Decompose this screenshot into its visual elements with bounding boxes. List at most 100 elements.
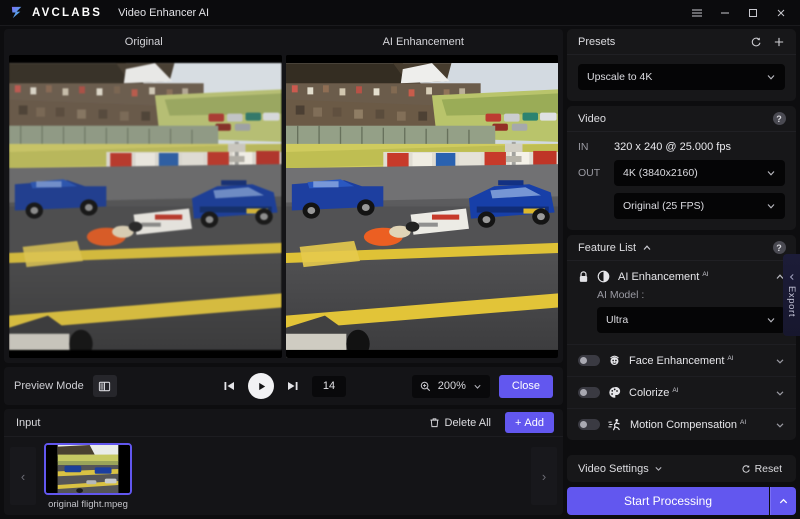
chevron-up-icon[interactable]: [642, 243, 652, 253]
zoom-in-icon: [420, 381, 430, 391]
zoom-control[interactable]: 200%: [411, 374, 490, 398]
toggle-knob: [580, 421, 587, 428]
preview-mode-label: Preview Mode: [14, 380, 84, 392]
output-framerate-select[interactable]: Original (25 FPS): [614, 193, 785, 219]
add-file-button[interactable]: + Add: [504, 412, 554, 433]
title-bar: AVCLABS Video Enhancer AI: [0, 0, 800, 26]
video-out-row: OUT 4K (3840x2160): [578, 160, 785, 186]
start-processing-row: Start Processing: [567, 487, 796, 515]
video-in-row: IN 320 x 240 @ 25.000 fps: [578, 141, 785, 153]
plus-icon: +: [514, 416, 522, 429]
skip-previous-icon[interactable]: [221, 378, 237, 394]
video-card: Video ? IN 320 x 240 @ 25.000 fps OUT 4K…: [567, 106, 796, 230]
presets-actions: [746, 33, 789, 51]
chevron-down-icon[interactable]: [775, 356, 785, 366]
thumbnail-image[interactable]: [44, 442, 132, 495]
list-item[interactable]: original flight.mpeg: [42, 442, 134, 510]
input-thumbnail-strip: ‹ original flight.mpeg ›: [4, 437, 563, 515]
preview-original[interactable]: [9, 55, 282, 358]
chevron-left-icon: [789, 274, 794, 280]
video-title: Video: [578, 112, 606, 125]
play-icon[interactable]: [248, 373, 274, 399]
thumbnail-list: original flight.mpeg: [42, 442, 525, 510]
feature-list-header[interactable]: Feature List ?: [567, 235, 796, 261]
feature-row-motion-compensation[interactable]: Motion Compensation AI: [567, 409, 796, 440]
feature-label: AI Enhancement: [618, 270, 700, 283]
close-preview-button[interactable]: Close: [498, 374, 553, 398]
input-panel-title: Input: [16, 416, 41, 429]
chevron-down-icon[interactable]: [775, 388, 785, 398]
plus-icon[interactable]: [769, 33, 789, 51]
palette-icon: [609, 387, 621, 398]
feature-list-title: Feature List: [578, 241, 637, 254]
toggle-knob: [580, 389, 587, 396]
export-side-tab[interactable]: Export: [783, 254, 800, 336]
window-controls: [684, 2, 794, 24]
presets-card: Presets Upscale to 4K: [567, 29, 796, 101]
presets-body: Upscale to 4K: [567, 55, 796, 101]
delete-all-button[interactable]: Delete All: [423, 414, 497, 432]
input-panel: Input Delete All + Add ‹ original flight…: [4, 409, 563, 515]
add-label: Add: [524, 416, 544, 429]
playback-control-bar: Preview Mode 14 200% Close: [4, 367, 563, 405]
motion-icon: [608, 419, 620, 431]
main-body: Original AI Enhancement Preview Mode 14 …: [0, 26, 800, 519]
help-button[interactable]: ?: [769, 110, 789, 128]
hamburger-icon[interactable]: [684, 2, 710, 24]
ai-model-select[interactable]: Ultra: [597, 307, 785, 333]
video-settings-title: Video Settings: [578, 462, 649, 475]
lock-icon[interactable]: [578, 270, 589, 283]
right-panel-spacer: [567, 445, 796, 450]
chevron-down-icon: [767, 318, 775, 323]
video-in-label: IN: [578, 141, 589, 153]
app-title: Video Enhancer AI: [118, 6, 210, 19]
export-label: Export: [786, 285, 797, 318]
video-out-label: OUT: [578, 167, 601, 179]
feature-row-face-enhancement[interactable]: Face Enhancement AI: [567, 344, 796, 377]
left-column: Original AI Enhancement Preview Mode 14 …: [0, 26, 567, 519]
split-view-icon[interactable]: [92, 375, 117, 397]
feature-name: AI Enhancement AI: [618, 271, 709, 283]
output-resolution-select[interactable]: 4K (3840x2160): [614, 160, 785, 186]
preset-selected-value: Upscale to 4K: [587, 71, 653, 83]
output-framerate-value: Original (25 FPS): [623, 200, 705, 212]
transport-controls: 14: [209, 373, 359, 399]
reset-button[interactable]: Reset: [736, 460, 787, 478]
help-icon: ?: [772, 241, 786, 254]
chevron-down-icon: [767, 204, 775, 209]
app-window: AVCLABS Video Enhancer AI Original AI En…: [0, 0, 800, 519]
chevron-right-icon[interactable]: ›: [531, 447, 557, 505]
start-processing-button[interactable]: Start Processing: [567, 487, 769, 515]
close-icon[interactable]: [768, 2, 794, 24]
chevron-down-icon[interactable]: [654, 464, 663, 473]
colorize-toggle[interactable]: [578, 387, 600, 398]
feature-row-colorize[interactable]: Colorize AI: [567, 377, 796, 409]
frame-number-input[interactable]: 14: [312, 375, 346, 397]
preset-select[interactable]: Upscale to 4K: [578, 64, 785, 90]
motion-compensation-toggle[interactable]: [578, 419, 600, 430]
refresh-icon[interactable]: [746, 33, 766, 51]
feature-list-card: Feature List ? AI Enhancement AI AI Mode…: [567, 235, 796, 440]
skip-next-icon[interactable]: [285, 378, 301, 394]
thumbnail-filename: original flight.mpeg: [48, 498, 128, 510]
refresh-icon: [742, 464, 750, 473]
reset-label: Reset: [754, 462, 782, 475]
minimize-icon[interactable]: [712, 2, 738, 24]
zoom-and-close-group: 200% Close: [411, 374, 553, 398]
video-settings-bar[interactable]: Video Settings Reset: [567, 455, 796, 482]
start-options-chevron[interactable]: [770, 487, 796, 515]
chevron-down-icon[interactable]: [775, 420, 785, 430]
feature-name: Motion Compensation AI: [630, 419, 746, 431]
face-enhancement-toggle[interactable]: [578, 355, 600, 366]
chevron-left-icon[interactable]: ‹: [10, 447, 36, 505]
preview-enhanced[interactable]: [285, 55, 558, 358]
output-resolution-value: 4K (3840x2160): [623, 167, 698, 179]
feature-row-ai-enhancement[interactable]: AI Enhancement AI: [567, 261, 796, 287]
maximize-icon[interactable]: [740, 2, 766, 24]
presets-header: Presets: [567, 29, 796, 55]
brand: AVCLABS: [10, 5, 102, 20]
ai-badge: AI: [727, 354, 734, 362]
pane-label-original: Original: [124, 36, 163, 48]
video-settings-group: Video Settings: [578, 463, 663, 475]
contrast-icon: [597, 270, 610, 283]
